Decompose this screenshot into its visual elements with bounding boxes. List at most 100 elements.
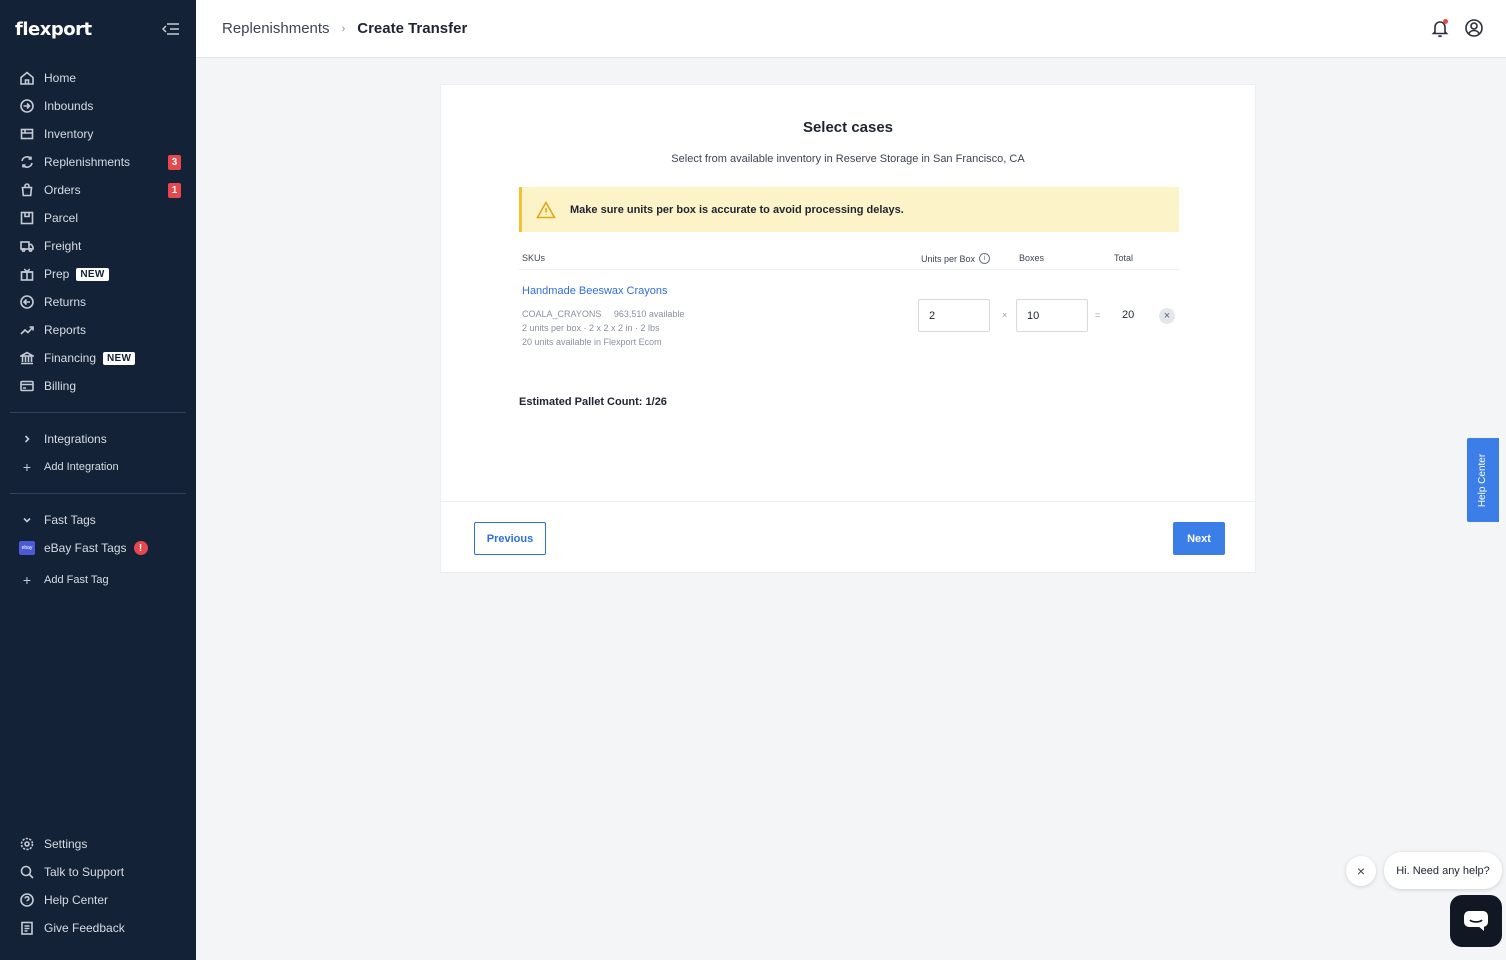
- sidebar-item-label: Talk to Support: [44, 865, 125, 879]
- breadcrumb-replenishments[interactable]: Replenishments: [222, 20, 330, 37]
- sidebar-item-label: Orders: [44, 183, 81, 197]
- sidebar-item-billing[interactable]: Billing: [0, 372, 196, 400]
- header-icons: [1430, 18, 1484, 38]
- replenishments-count-badge: 3: [168, 155, 181, 170]
- sidebar-item-reports[interactable]: Reports: [0, 316, 196, 344]
- sidebar-item-orders[interactable]: Orders 1: [0, 176, 196, 204]
- feedback-icon: [19, 920, 35, 936]
- gear-icon: [19, 836, 35, 852]
- sidebar: flexport Home Inbounds Inventory Repleni…: [0, 0, 196, 960]
- chat-dismiss-button[interactable]: ×: [1346, 856, 1376, 886]
- warning-text: Make sure units per box is accurate to a…: [570, 203, 904, 216]
- sidebar-item-replenishments[interactable]: Replenishments 3: [0, 148, 196, 176]
- next-button[interactable]: Next: [1173, 522, 1225, 555]
- sku-details: COALA_CRAYONS 963,510 available 2 units …: [522, 307, 684, 349]
- chat-greeting-text: Hi. Need any help?: [1396, 864, 1490, 877]
- equals-sign: =: [1095, 310, 1101, 320]
- notifications-button[interactable]: [1430, 18, 1450, 38]
- add-fast-tag-label: Add Fast Tag: [44, 574, 109, 586]
- notification-dot: [1443, 19, 1448, 24]
- column-header-total: Total: [1114, 253, 1134, 263]
- sidebar-item-label: Reports: [44, 323, 87, 337]
- sku-code: COALA_CRAYONS: [522, 309, 602, 319]
- main-nav: Home Inbounds Inventory Replenishments 3…: [0, 64, 196, 400]
- sidebar-item-inbounds[interactable]: Inbounds: [0, 92, 196, 120]
- chevron-right-icon: [19, 431, 35, 447]
- page-title: Create Transfer: [357, 20, 468, 37]
- column-header-units-per-box: Units per Box i: [921, 253, 991, 264]
- sidebar-item-give-feedback[interactable]: Give Feedback: [0, 914, 196, 942]
- add-integration-label: Add Integration: [44, 461, 119, 473]
- boxes-input[interactable]: [1016, 299, 1088, 332]
- help-center-tab-label: Help Center: [1477, 453, 1489, 507]
- top-header: Replenishments › Create Transfer: [196, 0, 1506, 58]
- sidebar-item-prep[interactable]: Prep NEW: [0, 260, 196, 288]
- column-header-boxes: Boxes: [1019, 253, 1045, 263]
- sidebar-item-label: Replenishments: [44, 155, 131, 169]
- sidebar-item-freight[interactable]: Freight: [0, 232, 196, 260]
- table-divider: [519, 269, 1179, 270]
- prep-icon: [19, 266, 35, 282]
- warning-banner: Make sure units per box is accurate to a…: [519, 187, 1179, 232]
- sidebar-item-settings[interactable]: Settings: [0, 830, 196, 858]
- sidebar-item-label: Give Feedback: [44, 921, 125, 935]
- column-header-skus: SKUs: [522, 253, 546, 263]
- sidebar-item-label: Inventory: [44, 127, 94, 141]
- orders-count-badge: 1: [168, 183, 181, 198]
- new-badge: NEW: [103, 351, 136, 365]
- estimated-pallet-count: Estimated Pallet Count: 1/26: [519, 396, 667, 408]
- parcel-icon: [19, 210, 35, 226]
- sku-name-link[interactable]: Handmade Beeswax Crayons: [522, 285, 668, 297]
- inbound-icon: [19, 98, 35, 114]
- sidebar-item-integrations[interactable]: Integrations: [0, 425, 196, 453]
- sidebar-item-label: Billing: [44, 379, 77, 393]
- sidebar-item-ebay-fast-tags[interactable]: ebay eBay Fast Tags !: [0, 534, 196, 562]
- help-center-tab[interactable]: Help Center: [1467, 438, 1499, 522]
- sidebar-item-label: Help Center: [44, 893, 109, 907]
- sidebar-item-label: Financing: [44, 351, 97, 365]
- add-integration-link[interactable]: + Add Integration: [0, 453, 196, 481]
- info-icon[interactable]: i: [979, 253, 991, 264]
- card-footer-divider: [441, 501, 1255, 502]
- sidebar-item-financing[interactable]: Financing NEW: [0, 344, 196, 372]
- sidebar-item-label: Fast Tags: [44, 513, 96, 527]
- logo-row: flexport: [0, 0, 196, 58]
- freight-icon: [19, 238, 35, 254]
- sidebar-item-talk-to-support[interactable]: Talk to Support: [0, 858, 196, 886]
- flexport-logo[interactable]: flexport: [15, 19, 92, 40]
- select-cases-card: Select cases Select from available inven…: [440, 84, 1256, 573]
- sidebar-item-returns[interactable]: Returns: [0, 288, 196, 316]
- sidebar-item-inventory[interactable]: Inventory: [0, 120, 196, 148]
- orders-icon: [19, 182, 35, 198]
- sidebar-item-parcel[interactable]: Parcel: [0, 204, 196, 232]
- sidebar-bottom-nav: Settings Talk to Support Help Center Giv…: [0, 830, 196, 942]
- sku-ecom-availability: 20 units available in Flexport Ecom: [522, 337, 662, 347]
- card-subtitle: Select from available inventory in Reser…: [671, 153, 1025, 165]
- financing-icon: [19, 350, 35, 366]
- previous-button[interactable]: Previous: [474, 522, 546, 555]
- warning-icon: [536, 200, 556, 218]
- billing-icon: [19, 378, 35, 394]
- units-per-box-input[interactable]: [918, 299, 990, 332]
- user-account-icon[interactable]: [1464, 18, 1484, 38]
- alert-icon: !: [133, 541, 148, 555]
- total-units: 20: [1122, 309, 1135, 321]
- chat-launcher-button[interactable]: [1450, 895, 1502, 947]
- reports-icon: [19, 322, 35, 338]
- ebay-icon: ebay: [19, 541, 35, 555]
- remove-sku-button[interactable]: ×: [1159, 308, 1175, 324]
- sku-box-details: 2 units per box · 2 x 2 x 2 in · 2 lbs: [522, 323, 660, 333]
- sidebar-item-label: Prep: [44, 267, 70, 281]
- question-icon: [19, 892, 35, 908]
- sidebar-item-help-center[interactable]: Help Center: [0, 886, 196, 914]
- chat-greeting-bubble[interactable]: Hi. Need any help?: [1384, 852, 1502, 889]
- sidebar-item-fast-tags[interactable]: Fast Tags: [0, 506, 196, 534]
- sidebar-item-home[interactable]: Home: [0, 64, 196, 92]
- replenish-icon: [19, 154, 35, 170]
- sidebar-item-label: eBay Fast Tags: [44, 541, 127, 555]
- column-header-label: Units per Box: [921, 253, 976, 264]
- collapse-sidebar-icon[interactable]: [162, 22, 180, 36]
- add-fast-tag-link[interactable]: + Add Fast Tag: [0, 566, 196, 594]
- home-icon: [19, 70, 35, 86]
- multiply-sign: ×: [1002, 310, 1008, 320]
